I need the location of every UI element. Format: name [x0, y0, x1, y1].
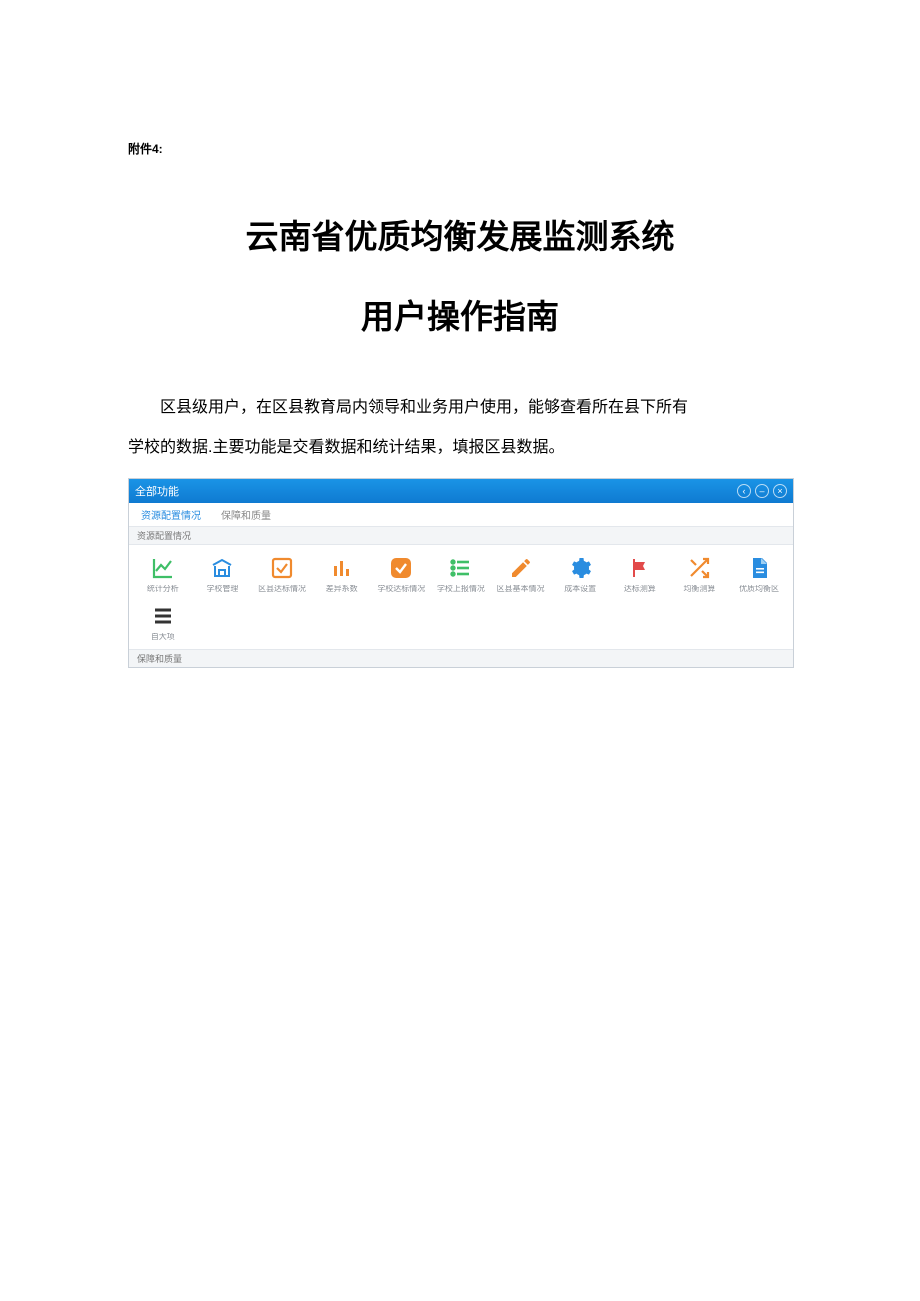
chart-line-icon	[150, 555, 176, 581]
page-title: 云南省优质均衡发展监测系统	[0, 210, 920, 258]
attachment-label: 附件4:	[128, 140, 163, 157]
section-header-guarantee: 保障和质量	[129, 649, 793, 667]
func-label: 统计分析	[147, 585, 179, 593]
func-label: 学校达标情况	[377, 585, 425, 593]
tab-bar: 资源配置情况 保障和质量	[129, 503, 793, 527]
close-icon[interactable]: ×	[773, 484, 787, 498]
func-label: 学校上报情况	[437, 585, 485, 593]
func-quality-balance-area[interactable]: 优质均衡区	[729, 551, 789, 599]
func-label: 成本设置	[564, 585, 596, 593]
func-school-report[interactable]: 学校上报情况	[431, 551, 491, 599]
func-cost-setting[interactable]: 成本设置	[550, 551, 610, 599]
bar-chart-icon	[329, 555, 355, 581]
gear-icon	[567, 555, 593, 581]
menu-icon	[150, 603, 176, 629]
window-titlebar: 全部功能 ‹ – ×	[129, 479, 793, 503]
window-title: 全部功能	[135, 483, 179, 499]
func-diff-coefficient[interactable]: 差异系数	[312, 551, 372, 599]
window-controls: ‹ – ×	[737, 484, 787, 498]
body-text: 区县级用户，在区县教育局内领导和业务用户使用，能够查看所在县下所有 学校的数据.…	[128, 388, 792, 468]
shuffle-icon	[686, 555, 712, 581]
func-school-standard[interactable]: 学校达标情况	[372, 551, 432, 599]
func-stats-analysis[interactable]: 统计分析	[133, 551, 193, 599]
body-paragraph-2: 学校的数据.主要功能是交看数据和统计结果，填报区县数据。	[128, 428, 792, 468]
func-label: 达标测算	[624, 585, 656, 593]
func-county-basic[interactable]: 区县基本情况	[491, 551, 551, 599]
func-label: 差异系数	[326, 585, 358, 593]
tab-guarantee-quality[interactable]: 保障和质量	[221, 507, 271, 522]
page-subtitle: 用户操作指南	[0, 290, 920, 338]
section-header-resource: 资源配置情况	[129, 527, 793, 545]
func-label: 区县基本情况	[497, 585, 545, 593]
func-label: 区县达标情况	[258, 585, 306, 593]
func-label: 自大项	[151, 633, 175, 641]
app-window: 全部功能 ‹ – × 资源配置情况 保障和质量 资源配置情况 统计分析 学校管理	[128, 478, 794, 668]
edit-icon	[508, 555, 534, 581]
func-school-manage[interactable]: 学校管理	[193, 551, 253, 599]
func-standard-calc[interactable]: 达标测算	[610, 551, 670, 599]
check-rounded-icon	[388, 555, 414, 581]
func-label: 优质均衡区	[739, 585, 779, 593]
check-square-icon	[269, 555, 295, 581]
tab-resource-config[interactable]: 资源配置情况	[141, 507, 201, 522]
flag-icon	[627, 555, 653, 581]
func-balance-calc[interactable]: 均衡测算	[670, 551, 730, 599]
minimize-icon[interactable]: –	[755, 484, 769, 498]
file-icon	[746, 555, 772, 581]
func-label: 均衡测算	[683, 585, 715, 593]
back-icon[interactable]: ‹	[737, 484, 751, 498]
function-icon-grid: 统计分析 学校管理 区县达标情况 差异系数 学校达标情况	[129, 545, 793, 649]
building-icon	[209, 555, 235, 581]
func-label: 学校管理	[206, 585, 238, 593]
body-paragraph-1: 区县级用户，在区县教育局内领导和业务用户使用，能够查看所在县下所有	[128, 388, 792, 428]
func-county-standard[interactable]: 区县达标情况	[252, 551, 312, 599]
func-self-major[interactable]: 自大项	[133, 599, 193, 647]
list-icon	[448, 555, 474, 581]
